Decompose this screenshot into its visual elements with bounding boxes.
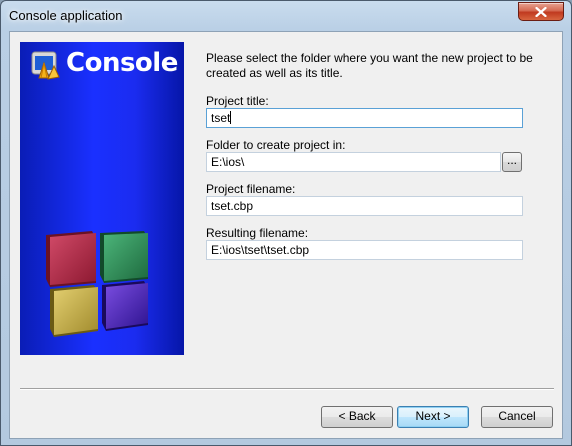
window-title: Console application <box>9 8 123 23</box>
back-button[interactable]: < Back <box>321 406 393 428</box>
folder-label: Folder to create project in: <box>206 138 346 152</box>
intro-text: Please select the folder where you want … <box>206 51 533 80</box>
project-filename-input[interactable]: tset.cbp <box>206 196 523 216</box>
close-button[interactable] <box>518 2 564 21</box>
banner-title: Console <box>66 48 178 78</box>
project-title-value: tset <box>211 111 231 125</box>
resulting-filename-field[interactable]: E:\ios\tset\tset.cbp <box>206 240 523 260</box>
resulting-filename-label: Resulting filename: <box>206 226 309 240</box>
codeblocks-cubes-logo <box>46 231 148 337</box>
project-title-label: Project title: <box>206 94 269 108</box>
next-button[interactable]: Next > <box>397 406 469 428</box>
project-title-input[interactable]: tset <box>206 108 523 128</box>
close-icon <box>535 6 547 17</box>
text-caret <box>230 111 232 124</box>
title-bar[interactable]: Console application <box>1 1 571 29</box>
project-filename-label: Project filename: <box>206 182 296 196</box>
folder-input[interactable]: E:\ios\ <box>206 152 501 172</box>
project-filename-value: tset.cbp <box>211 199 254 213</box>
cancel-button[interactable]: Cancel <box>481 406 553 428</box>
resulting-filename-value: E:\ios\tset\tset.cbp <box>211 243 310 257</box>
codeblocks-shell-icon <box>31 51 60 80</box>
wizard-banner: Console <box>20 42 184 355</box>
dialog-window: Console application Console Please selec… <box>0 0 572 446</box>
dialog-body: Console Please select the folder where y… <box>9 31 563 439</box>
folder-value: E:\ios\ <box>211 155 245 169</box>
footer-separator <box>20 388 554 390</box>
browse-folder-button[interactable]: ... <box>502 152 522 172</box>
